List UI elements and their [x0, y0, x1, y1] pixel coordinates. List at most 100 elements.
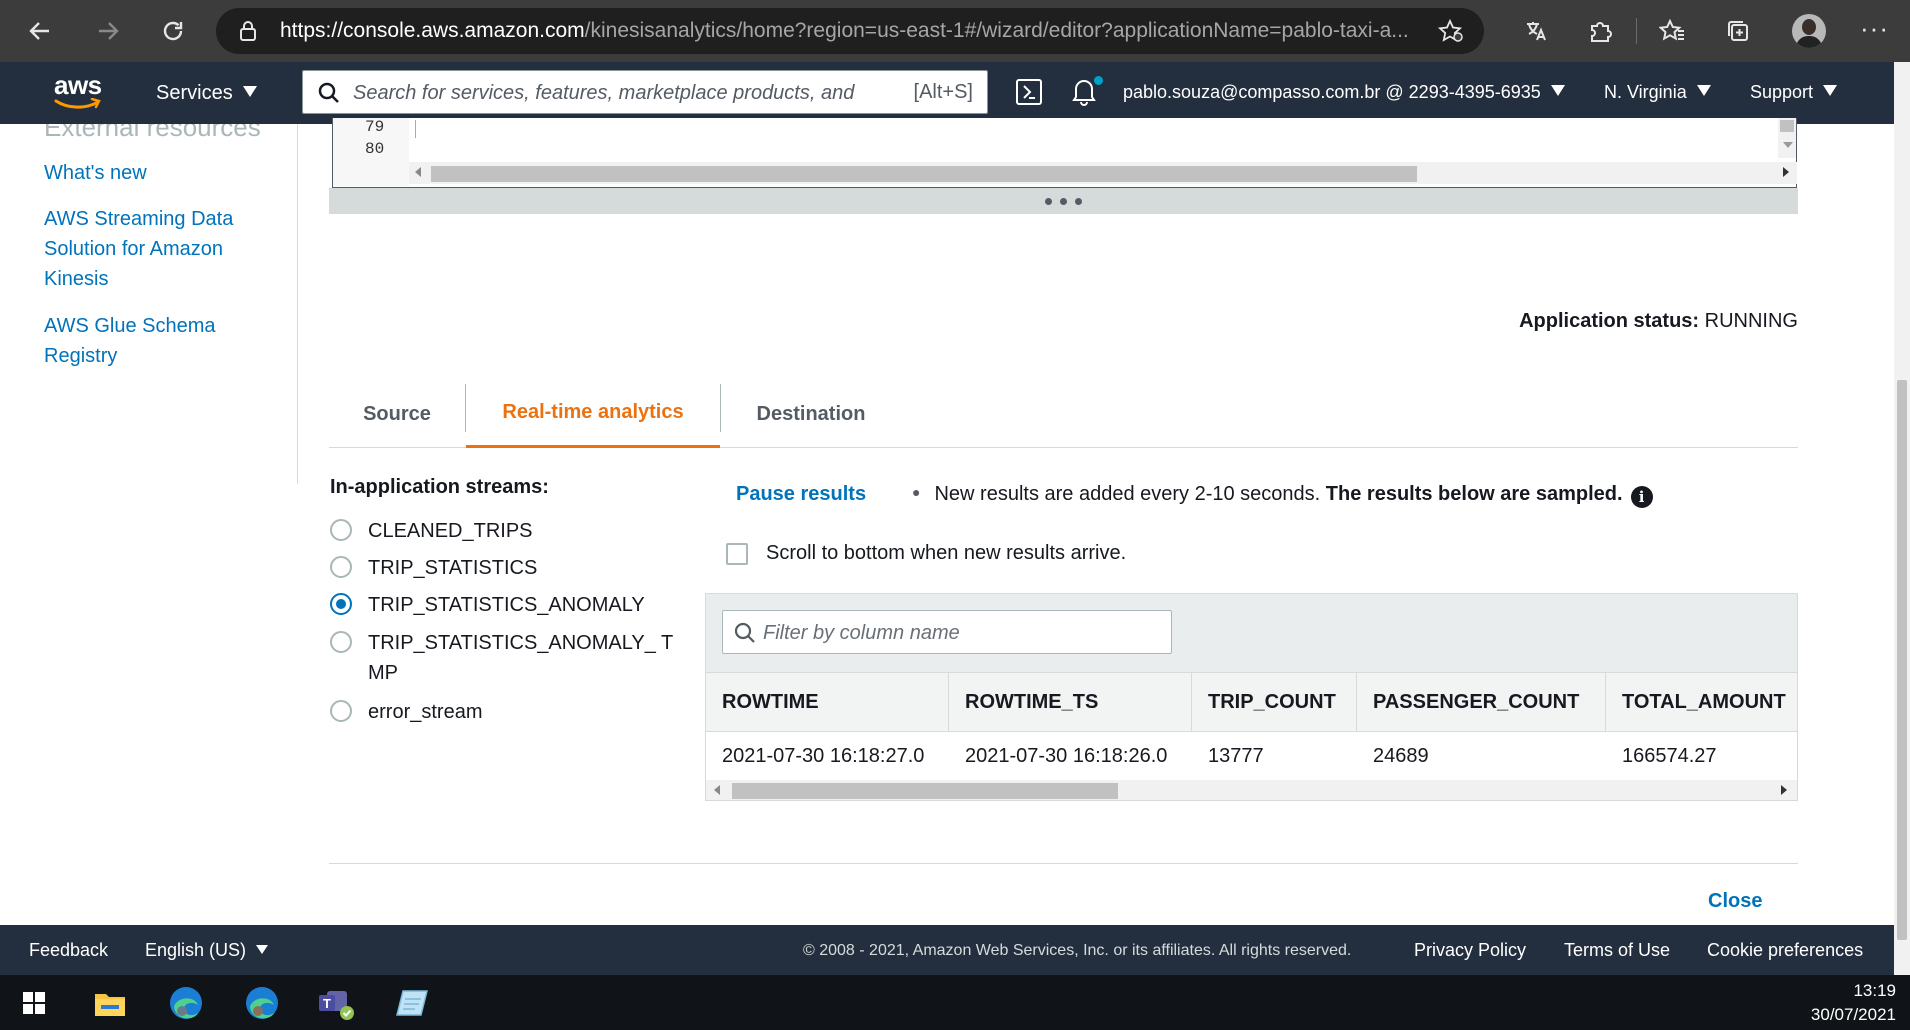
address-bar[interactable]: https://console.aws.amazon.com/kinesisan…	[216, 8, 1484, 54]
filter-box[interactable]	[722, 610, 1172, 654]
feedback-link[interactable]: Feedback	[29, 940, 108, 961]
column-header-rowtime-ts[interactable]: ROWTIME_TS	[949, 673, 1192, 731]
chevron-down-icon	[242, 86, 257, 97]
radio-button[interactable]	[330, 700, 352, 722]
stream-option-error-stream[interactable]: error_stream	[330, 697, 708, 727]
scroll-to-bottom-checkbox[interactable]	[726, 542, 748, 565]
tab-destination[interactable]: Destination	[721, 380, 901, 448]
table-cell: 2021-07-30 16:18:26.0	[965, 744, 1168, 767]
sidebar-link-streaming-data-solution[interactable]: AWS Streaming Data Solution for Amazon K…	[44, 204, 274, 294]
language-selector[interactable]: English (US)	[145, 940, 269, 961]
tab-bar: Source Real-time analytics Destination	[329, 380, 1798, 448]
info-icon[interactable]: i	[1630, 486, 1653, 508]
teams-icon[interactable]: T	[316, 983, 356, 1023]
column-header-total-amount[interactable]: TOTAL_AMOUNT	[1606, 673, 1797, 731]
privacy-policy-link[interactable]: Privacy Policy	[1414, 940, 1526, 961]
results-horizontal-scrollbar[interactable]	[706, 780, 1797, 800]
lock-icon	[238, 20, 258, 47]
forward-button[interactable]	[90, 13, 126, 49]
profile-avatar[interactable]	[1792, 14, 1826, 48]
table-cell: 13777	[1208, 744, 1264, 767]
column-header-trip-count[interactable]: TRIP_COUNT	[1192, 673, 1357, 731]
sidebar-link-glue-schema-registry[interactable]: AWS Glue Schema Registry	[44, 311, 274, 371]
results-scroll-thumb[interactable]	[732, 783, 1118, 799]
notification-indicator	[1094, 76, 1103, 85]
search-shortcut: [Alt+S]	[913, 81, 973, 103]
clock-date: 30/07/2021	[1810, 1005, 1896, 1024]
column-header-rowtime[interactable]: ROWTIME	[706, 673, 949, 731]
search-input[interactable]	[353, 79, 873, 107]
editor-scroll-thumb[interactable]	[431, 166, 1417, 182]
tab-source[interactable]: Source	[329, 380, 465, 448]
chevron-down-icon	[1550, 85, 1565, 96]
table-cell: 24689	[1373, 744, 1429, 767]
back-button[interactable]	[22, 13, 58, 49]
translate-icon[interactable]	[1520, 15, 1552, 47]
table-header: ROWTIME ROWTIME_TS TRIP_COUNT PASSENGER_…	[706, 672, 1797, 732]
sidebar-link-whats-new[interactable]: What's new	[44, 158, 274, 188]
tab-real-time-analytics[interactable]: Real-time analytics	[466, 380, 720, 448]
favorites-icon[interactable]	[1656, 15, 1688, 47]
account-menu[interactable]: pablo.souza@compasso.com.br @ 2293-4395-…	[1123, 82, 1565, 103]
edge-browser-icon[interactable]	[166, 983, 206, 1023]
text-cursor	[415, 120, 416, 138]
reload-icon	[163, 21, 183, 41]
filter-input[interactable]	[763, 619, 1163, 647]
line-number: 79	[365, 118, 385, 136]
edge-profile-browser-icon[interactable]	[242, 983, 282, 1023]
close-button[interactable]: Close	[1708, 890, 1762, 913]
radio-button-selected[interactable]	[330, 593, 352, 615]
extensions-icon[interactable]	[1584, 15, 1616, 47]
reload-button[interactable]	[155, 13, 191, 49]
page-scrollbar[interactable]	[1894, 62, 1910, 976]
page-scrollbar-thumb[interactable]	[1897, 380, 1907, 940]
streams-heading: In-application streams:	[330, 476, 549, 498]
region-selector[interactable]: N. Virginia	[1604, 82, 1711, 103]
windows-start-icon[interactable]	[14, 983, 54, 1023]
stream-option-trip-statistics[interactable]: TRIP_STATISTICS	[330, 553, 708, 583]
browser-toolbar: https://console.aws.amazon.com/kinesisan…	[0, 0, 1910, 62]
aws-smile-icon	[54, 98, 101, 109]
radio-button[interactable]	[330, 519, 352, 541]
notepad-app-icon[interactable]	[392, 983, 432, 1023]
pause-results-button[interactable]: Pause results	[736, 483, 866, 506]
scroll-to-bottom-option[interactable]: Scroll to bottom when new results arrive…	[726, 542, 1126, 565]
stream-option-trip-statistics-anomaly[interactable]: TRIP_STATISTICS_ANOMALY	[330, 590, 708, 620]
copyright-text: © 2008 - 2021, Amazon Web Services, Inc.…	[803, 942, 1352, 959]
cloudshell-icon[interactable]	[1016, 79, 1042, 105]
terms-of-use-link[interactable]: Terms of Use	[1564, 940, 1670, 961]
editor-resize-handle[interactable]	[329, 188, 1798, 214]
bullet-icon: ●	[912, 484, 921, 500]
svg-text:T: T	[323, 996, 331, 1011]
browser-menu-icon[interactable]: ···	[1860, 15, 1889, 41]
chevron-down-icon	[1823, 85, 1838, 96]
application-status: Application status: RUNNING	[1519, 310, 1798, 332]
cookie-preferences-link[interactable]: Cookie preferences	[1707, 940, 1863, 961]
support-menu[interactable]: Support	[1750, 82, 1838, 103]
editor-horizontal-scrollbar[interactable]	[409, 162, 1797, 184]
aws-search-box[interactable]: [Alt+S]	[302, 70, 988, 114]
aws-console-header: aws Services [Alt+S] pablo.souza@compass…	[0, 62, 1894, 124]
chevron-down-icon	[1696, 85, 1711, 96]
file-explorer-icon[interactable]	[90, 983, 130, 1023]
radio-button[interactable]	[330, 556, 352, 578]
clock-time: 13:19	[1853, 981, 1896, 1000]
screen: https://console.aws.amazon.com/kinesisan…	[0, 0, 1910, 1030]
forward-arrow-icon	[99, 22, 119, 40]
sql-editor[interactable]: 79 80	[332, 118, 1797, 188]
toolbar-divider	[1636, 18, 1637, 44]
system-clock[interactable]: 13:19 30/07/2021	[1811, 979, 1896, 1027]
editor-vertical-scrollbar[interactable]	[1778, 118, 1796, 158]
chevron-down-icon	[256, 945, 269, 954]
sidebar: External resources What's new AWS Stream…	[0, 124, 298, 484]
sidebar-section-heading: External resources	[44, 124, 261, 142]
aws-logo[interactable]: aws	[54, 70, 104, 114]
add-favorite-icon[interactable]	[1437, 18, 1464, 48]
search-icon	[733, 621, 757, 650]
radio-button[interactable]	[330, 631, 352, 653]
collections-icon[interactable]	[1722, 15, 1754, 47]
services-menu[interactable]: Services	[156, 82, 257, 105]
stream-option-trip-statistics-anomaly-tmp[interactable]: TRIP_STATISTICS_ANOMALY_ TMP	[330, 628, 688, 688]
stream-option-cleaned-trips[interactable]: CLEANED_TRIPS	[330, 516, 708, 546]
column-header-passenger-count[interactable]: PASSENGER_COUNT	[1357, 673, 1606, 731]
